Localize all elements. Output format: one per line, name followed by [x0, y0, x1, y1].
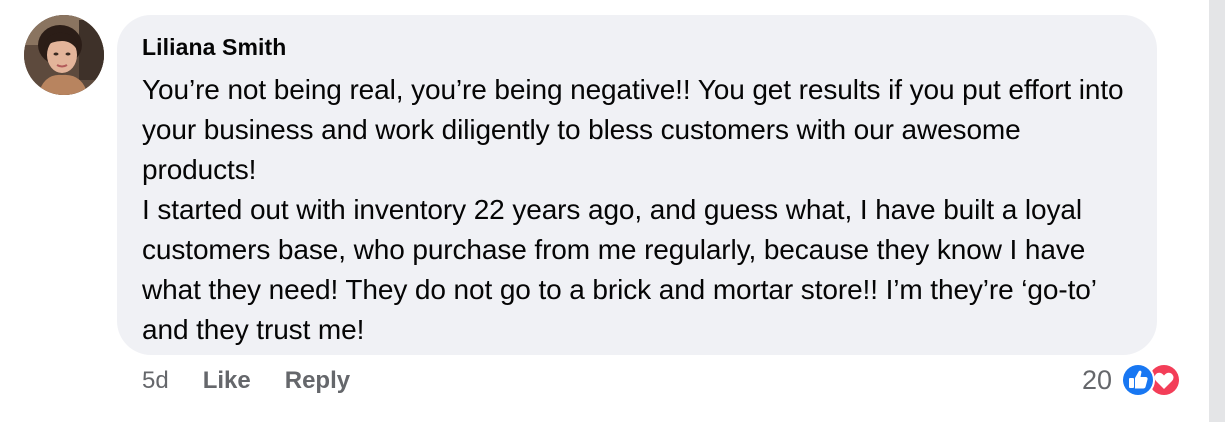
- reaction-icons: [1120, 362, 1184, 398]
- reactions-summary[interactable]: 20: [1082, 362, 1184, 398]
- comment-author[interactable]: Liliana Smith: [142, 33, 1133, 63]
- comment-timestamp[interactable]: 5d: [142, 367, 169, 395]
- profile-photo: [24, 15, 104, 95]
- comment-actions: 5d Like Reply: [142, 366, 384, 396]
- comment-body: You’re not being real, you’re being nega…: [142, 70, 1133, 350]
- like-button[interactable]: Like: [203, 367, 251, 395]
- comment-paragraph: I started out with inventory 22 years ag…: [142, 194, 1096, 345]
- comment-paragraph: You’re not being real, you’re being nega…: [142, 74, 1124, 185]
- reply-button[interactable]: Reply: [285, 367, 350, 395]
- scrollbar-track[interactable]: [1209, 0, 1225, 422]
- comment-thread: Liliana Smith You’re not being real, you…: [0, 0, 1225, 422]
- avatar[interactable]: [24, 15, 104, 95]
- comment-bubble: Liliana Smith You’re not being real, you…: [117, 15, 1157, 355]
- like-icon: [1121, 363, 1156, 397]
- reaction-count: 20: [1082, 364, 1113, 395]
